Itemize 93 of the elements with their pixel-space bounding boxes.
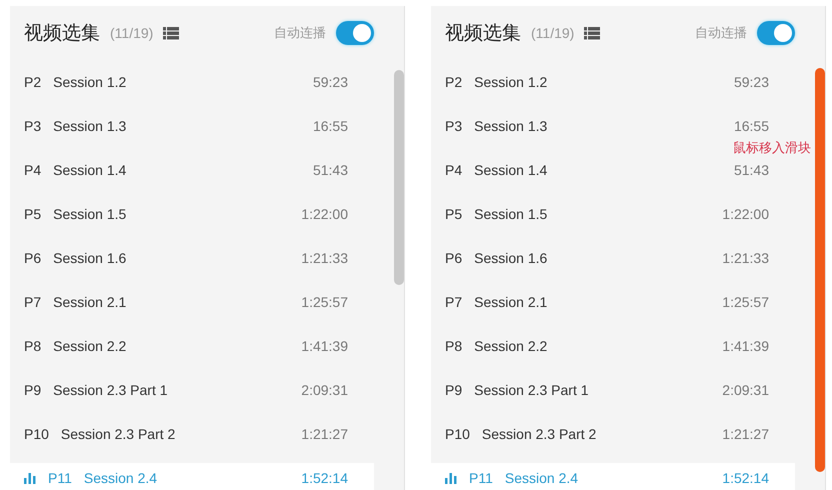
episode-title: Session 2.4	[504, 470, 580, 486]
episode-row[interactable]: P6 Session 1.6 1:21:33	[431, 243, 795, 273]
equalizer-icon	[445, 472, 457, 484]
episode-row[interactable]: P9 Session 2.3 Part 1 2:09:31	[10, 375, 374, 405]
episode-duration: 16:55	[312, 118, 348, 134]
episode-number: P3	[24, 118, 42, 134]
episode-duration: 1:41:39	[301, 338, 348, 354]
episode-duration: 1:25:57	[301, 294, 348, 310]
episode-row[interactable]: P7 Session 2.1 1:25:57	[431, 287, 795, 317]
autoplay-label: 自动连播	[274, 24, 326, 42]
episode-title: Session 1.4	[474, 162, 548, 178]
episode-duration: 1:21:33	[722, 250, 769, 266]
episode-number: P9	[445, 382, 462, 398]
episode-number: P10	[445, 426, 470, 442]
list-icon[interactable]	[163, 26, 180, 40]
episode-title: Session 1.2	[474, 74, 548, 90]
autoplay-toggle[interactable]	[336, 21, 374, 45]
episode-duration: 1:22:00	[301, 206, 348, 222]
episode-duration: 1:52:14	[722, 470, 769, 486]
episode-title: Session 1.4	[53, 162, 128, 178]
episode-title: Session 2.1	[53, 294, 128, 310]
episode-duration: 1:22:00	[722, 206, 769, 222]
episode-row[interactable]: P9 Session 2.3 Part 1 2:09:31	[431, 375, 795, 405]
episode-number: P9	[24, 382, 42, 398]
episode-title: Session 2.3 Part 1	[53, 382, 169, 398]
episode-row[interactable]: P8 Session 2.2 1:41:39	[431, 331, 795, 361]
episode-duration: 1:21:33	[301, 250, 348, 266]
episode-count: (11/19)	[110, 25, 154, 41]
episode-title: Session 1.3	[474, 118, 548, 134]
episode-title: Session 2.4	[84, 470, 158, 486]
episode-number: P3	[445, 118, 462, 134]
episode-duration: 59:23	[734, 74, 769, 90]
episode-duration: 1:21:27	[722, 426, 769, 442]
episode-number: P8	[445, 338, 462, 354]
episode-number: P4	[445, 162, 462, 178]
scrollbar-thumb[interactable]	[394, 70, 404, 285]
episode-number: P2	[445, 74, 462, 90]
episode-duration: 2:09:31	[722, 382, 769, 398]
episode-row[interactable]: P5 Session 1.5 1:22:00	[431, 199, 795, 229]
episode-count: (11/19)	[531, 25, 574, 41]
autoplay-toggle[interactable]	[757, 21, 795, 45]
episode-title: Session 2.2	[474, 338, 548, 354]
scrollbar-thumb[interactable]	[815, 68, 825, 472]
episode-number: P6	[24, 250, 42, 266]
episode-number: P10	[24, 426, 49, 442]
episode-duration: 59:23	[312, 74, 348, 90]
episode-title: Session 1.2	[53, 74, 128, 90]
episode-row[interactable]: P4 Session 1.4 51:43	[431, 155, 795, 185]
episode-number: P4	[24, 162, 42, 178]
episode-title: Session 1.5	[474, 206, 548, 222]
episode-title: Session 2.1	[474, 294, 548, 310]
episode-number: P5	[24, 206, 42, 222]
episode-number: P11	[48, 470, 72, 486]
episode-title: Session 1.6	[474, 250, 548, 266]
episode-duration: 51:43	[734, 162, 769, 178]
episode-row[interactable]: P2 Session 1.2 59:23	[431, 67, 795, 97]
panel-title: 视频选集	[24, 22, 100, 46]
panel-title: 视频选集	[445, 22, 521, 46]
episode-title: Session 2.3 Part 1	[474, 382, 590, 398]
episode-row[interactable]: P10 Session 2.3 Part 2 1:21:27	[10, 419, 374, 449]
episode-duration: 1:21:27	[301, 426, 348, 442]
episode-title: Session 2.3 Part 2	[482, 426, 598, 442]
episode-title: Session 2.3 Part 2	[60, 426, 176, 442]
episode-number: P8	[24, 338, 42, 354]
episode-row[interactable]: P8 Session 2.2 1:41:39	[10, 331, 374, 361]
episode-number: P11	[469, 470, 493, 486]
annotation-text: 鼠标移入滑块	[733, 141, 811, 155]
episode-number: P7	[24, 294, 42, 310]
episode-row[interactable]: P6 Session 1.6 1:21:33	[10, 243, 374, 273]
episode-row[interactable]: P3 Session 1.3 16:55	[431, 111, 795, 141]
episode-title: Session 1.6	[53, 250, 128, 266]
episode-row[interactable]: P2 Session 1.2 59:23	[10, 67, 374, 97]
episode-number: P7	[445, 294, 462, 310]
episode-title: Session 2.2	[53, 338, 128, 354]
episode-row[interactable]: P10 Session 2.3 Part 2 1:21:27	[431, 419, 795, 449]
episode-number: P6	[445, 250, 462, 266]
episode-row[interactable]: P4 Session 1.4 51:43	[10, 155, 374, 185]
episode-duration: 2:09:31	[301, 382, 348, 398]
episode-duration: 1:41:39	[722, 338, 769, 354]
episode-duration: 16:55	[734, 118, 769, 134]
equalizer-icon	[24, 472, 36, 484]
episode-title: Session 1.5	[53, 206, 128, 222]
list-icon[interactable]	[584, 26, 600, 40]
episode-title: Session 1.3	[53, 118, 128, 134]
episode-duration: 1:52:14	[301, 470, 348, 486]
episode-number: P5	[445, 206, 462, 222]
episode-row[interactable]: P3 Session 1.3 16:55	[10, 111, 374, 141]
autoplay-label: 自动连播	[695, 24, 747, 42]
episode-duration: 51:43	[312, 162, 348, 178]
episode-row[interactable]: P7 Session 2.1 1:25:57	[10, 287, 374, 317]
episode-row[interactable]: P5 Session 1.5 1:22:00	[10, 199, 374, 229]
episode-duration: 1:25:57	[722, 294, 769, 310]
episode-number: P2	[24, 74, 42, 90]
